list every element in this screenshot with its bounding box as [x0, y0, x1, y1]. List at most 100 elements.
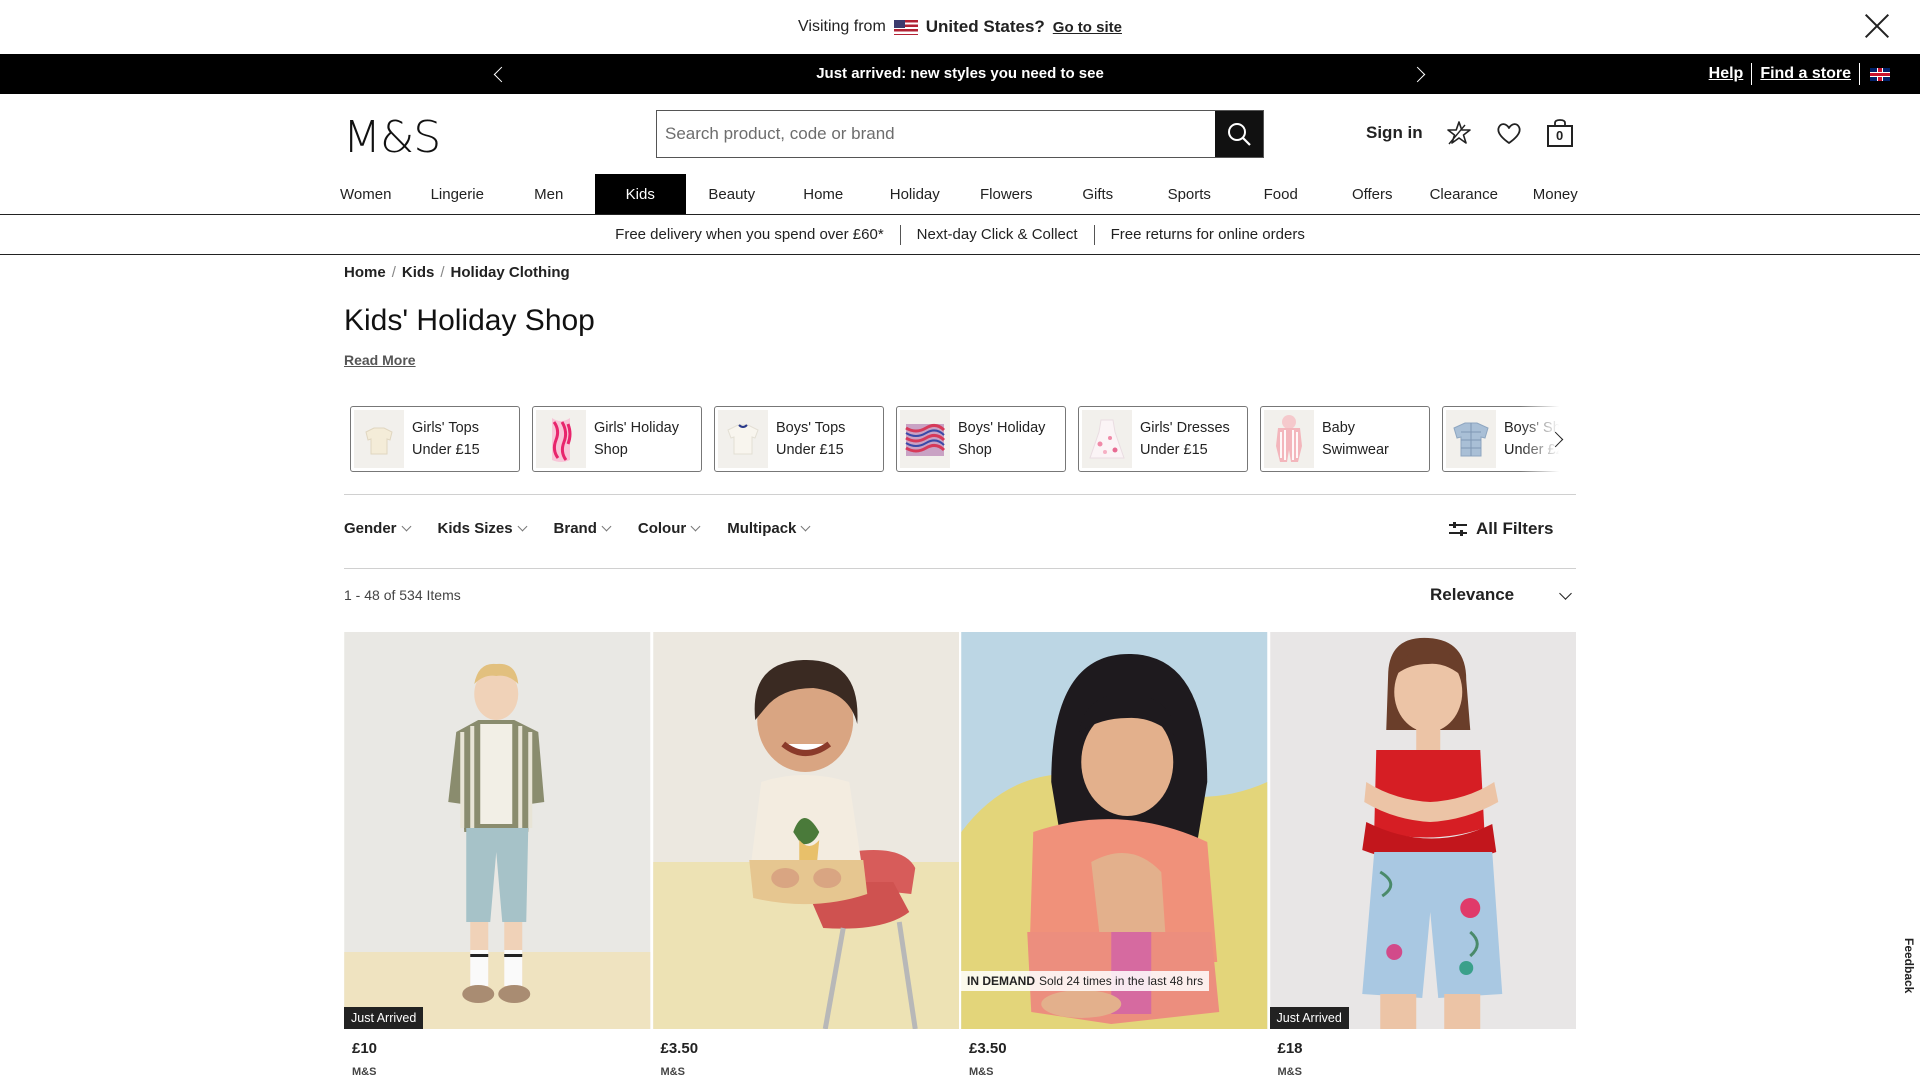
product-card[interactable]: £3.50 M&S	[652, 632, 960, 1078]
shopping-bag-button[interactable]: 0	[1545, 118, 1575, 148]
filter-sliders-icon	[1449, 522, 1467, 536]
product-brand: M&S	[352, 1066, 377, 1078]
sign-in-link[interactable]: Sign in	[1366, 123, 1423, 143]
results-count: 1 - 48 of 534 Items	[344, 587, 461, 603]
chip-thumbnail	[1446, 410, 1496, 468]
filter-multipack[interactable]: Multipack	[727, 520, 811, 537]
chip-girls-tops[interactable]: Girls' Tops Under £15	[350, 406, 520, 472]
breadcrumb-home[interactable]: Home	[344, 264, 386, 281]
bag-count: 0	[1556, 128, 1564, 143]
divider	[344, 568, 1576, 569]
filter-colour[interactable]: Colour	[638, 520, 701, 537]
product-card[interactable]: Just Arrived £18 M&S	[1269, 632, 1577, 1078]
all-filters-button[interactable]: All Filters	[1448, 519, 1553, 539]
just-arrived-badge: Just Arrived	[344, 1007, 424, 1029]
chip-label: Boys' Tops Under £15	[776, 420, 846, 458]
product-card[interactable]: IN DEMAND Sold 24 times in the last 48 hr…	[961, 632, 1268, 1078]
promo-bar: Just arrived: new styles you need to see…	[0, 54, 1920, 94]
nav-item-lingerie[interactable]: Lingerie	[412, 174, 504, 214]
chip-girls-holiday-shop[interactable]: Girls' Holiday Shop	[532, 406, 702, 472]
usp-free-returns[interactable]: Free returns for online orders	[1095, 226, 1321, 243]
main-nav: Women Lingerie Men Kids Beauty Home Holiday Flo…	[0, 174, 1920, 215]
chip-label: Boys' Holiday Shop	[958, 420, 1046, 458]
search-input[interactable]	[657, 111, 1215, 157]
usp-click-collect[interactable]: Next-day Click & Collect	[901, 226, 1094, 243]
read-more-link[interactable]: Read More	[344, 352, 416, 368]
divider	[344, 494, 1576, 495]
chip-thumbnail	[536, 410, 586, 468]
nav-item-women[interactable]: Women	[320, 174, 412, 214]
uk-flag-icon[interactable]	[1870, 67, 1890, 81]
chip-label: Baby Swimwear	[1322, 420, 1389, 458]
nav-item-gifts[interactable]: Gifts	[1052, 174, 1144, 214]
promo-message[interactable]: Just arrived: new styles you need to see	[0, 65, 1920, 82]
product-price: £3.50	[660, 1040, 699, 1057]
chevron-right-icon[interactable]	[1548, 428, 1568, 452]
breadcrumb-separator: /	[391, 264, 396, 281]
breadcrumb-holiday-clothing[interactable]: Holiday Clothing	[451, 264, 570, 281]
chip-boys-holiday-shop[interactable]: Boys' Holiday Shop	[896, 406, 1066, 472]
nav-item-kids[interactable]: Kids	[594, 174, 686, 214]
breadcrumb-kids[interactable]: Kids	[402, 264, 435, 281]
product-card[interactable]: Just Arrived £10 M&S	[344, 632, 651, 1078]
close-icon[interactable]	[1862, 10, 1892, 40]
nav-item-sports[interactable]: Sports	[1144, 174, 1236, 214]
nav-item-men[interactable]: Men	[503, 174, 595, 214]
ms-logo[interactable]: M&S	[343, 112, 441, 163]
nav-item-beauty[interactable]: Beauty	[686, 174, 778, 214]
breadcrumb-separator: /	[440, 264, 445, 281]
breadcrumb: Home / Kids / Holiday Clothing	[344, 264, 570, 281]
help-link[interactable]: Help	[1701, 65, 1752, 83]
chip-thumbnail	[1082, 410, 1132, 468]
search-button[interactable]	[1215, 111, 1263, 157]
product-image[interactable]: Just Arrived	[1269, 632, 1577, 1029]
site-header: M&S Sign in 0	[0, 94, 1920, 174]
feedback-tab[interactable]: Feedback	[1902, 938, 1916, 993]
nav-item-money[interactable]: Money	[1510, 174, 1602, 214]
product-image[interactable]: IN DEMAND Sold 24 times in the last 48 hr…	[961, 632, 1268, 1029]
product-image[interactable]	[652, 632, 960, 1029]
product-price: £10	[352, 1040, 378, 1057]
nav-item-flowers[interactable]: Flowers	[961, 174, 1053, 214]
product-brand: M&S	[969, 1066, 994, 1078]
chip-boys-tops[interactable]: Boys' Tops Under £15	[714, 406, 884, 472]
nav-item-holiday[interactable]: Holiday	[869, 174, 961, 214]
nav-item-food[interactable]: Food	[1235, 174, 1327, 214]
utility-links: Help Find a store	[1701, 63, 1890, 85]
chevron-down-icon	[601, 521, 612, 532]
divider	[1859, 63, 1860, 85]
chevron-down-icon	[1559, 586, 1572, 600]
chip-thumbnail	[1264, 410, 1314, 468]
heart-icon[interactable]	[1495, 119, 1523, 147]
chip-label: Girls' Tops Under £15	[412, 420, 480, 458]
chevron-down-icon	[401, 521, 411, 532]
chip-girls-dresses[interactable]: Girls' Dresses Under £15	[1078, 406, 1248, 472]
find-store-link[interactable]: Find a store	[1752, 65, 1859, 83]
chip-baby-swimwear[interactable]: Baby Swimwear	[1260, 406, 1430, 472]
product-image[interactable]: Just Arrived	[344, 632, 651, 1029]
nav-item-clearance[interactable]: Clearance	[1418, 174, 1510, 214]
just-arrived-badge: Just Arrived	[1269, 1007, 1349, 1029]
search-bar	[656, 110, 1264, 158]
product-price: £18	[1277, 1040, 1303, 1057]
product-brand: M&S	[1277, 1066, 1302, 1078]
filter-bar: Gender Kids Sizes Brand Colour Multipack	[344, 520, 811, 537]
go-to-site-link[interactable]: Go to site	[1053, 19, 1122, 36]
us-flag-icon	[893, 19, 918, 35]
chip-thumbnail	[718, 410, 768, 468]
usp-strip: Free delivery when you spend over £60* N…	[0, 215, 1920, 255]
nav-item-home[interactable]: Home	[778, 174, 870, 214]
usp-free-delivery[interactable]: Free delivery when you spend over £60*	[599, 226, 900, 243]
filter-gender[interactable]: Gender	[344, 520, 411, 537]
nav-item-offers[interactable]: Offers	[1327, 174, 1419, 214]
sort-dropdown[interactable]: Relevance	[1430, 585, 1572, 605]
filter-brand[interactable]: Brand	[554, 520, 612, 537]
header-actions: Sign in 0	[1366, 118, 1575, 148]
sparks-star-icon[interactable]	[1445, 119, 1473, 147]
product-grid: Just Arrived £10 M&S £3.50 M&S IN DEMAND…	[344, 632, 1576, 1078]
chevron-down-icon	[800, 521, 811, 532]
filter-kids-sizes[interactable]: Kids Sizes	[438, 520, 527, 537]
promo-next-arrow-icon[interactable]	[1410, 64, 1430, 84]
page-title: Kids' Holiday Shop	[344, 304, 595, 337]
chip-thumbnail	[900, 410, 950, 468]
